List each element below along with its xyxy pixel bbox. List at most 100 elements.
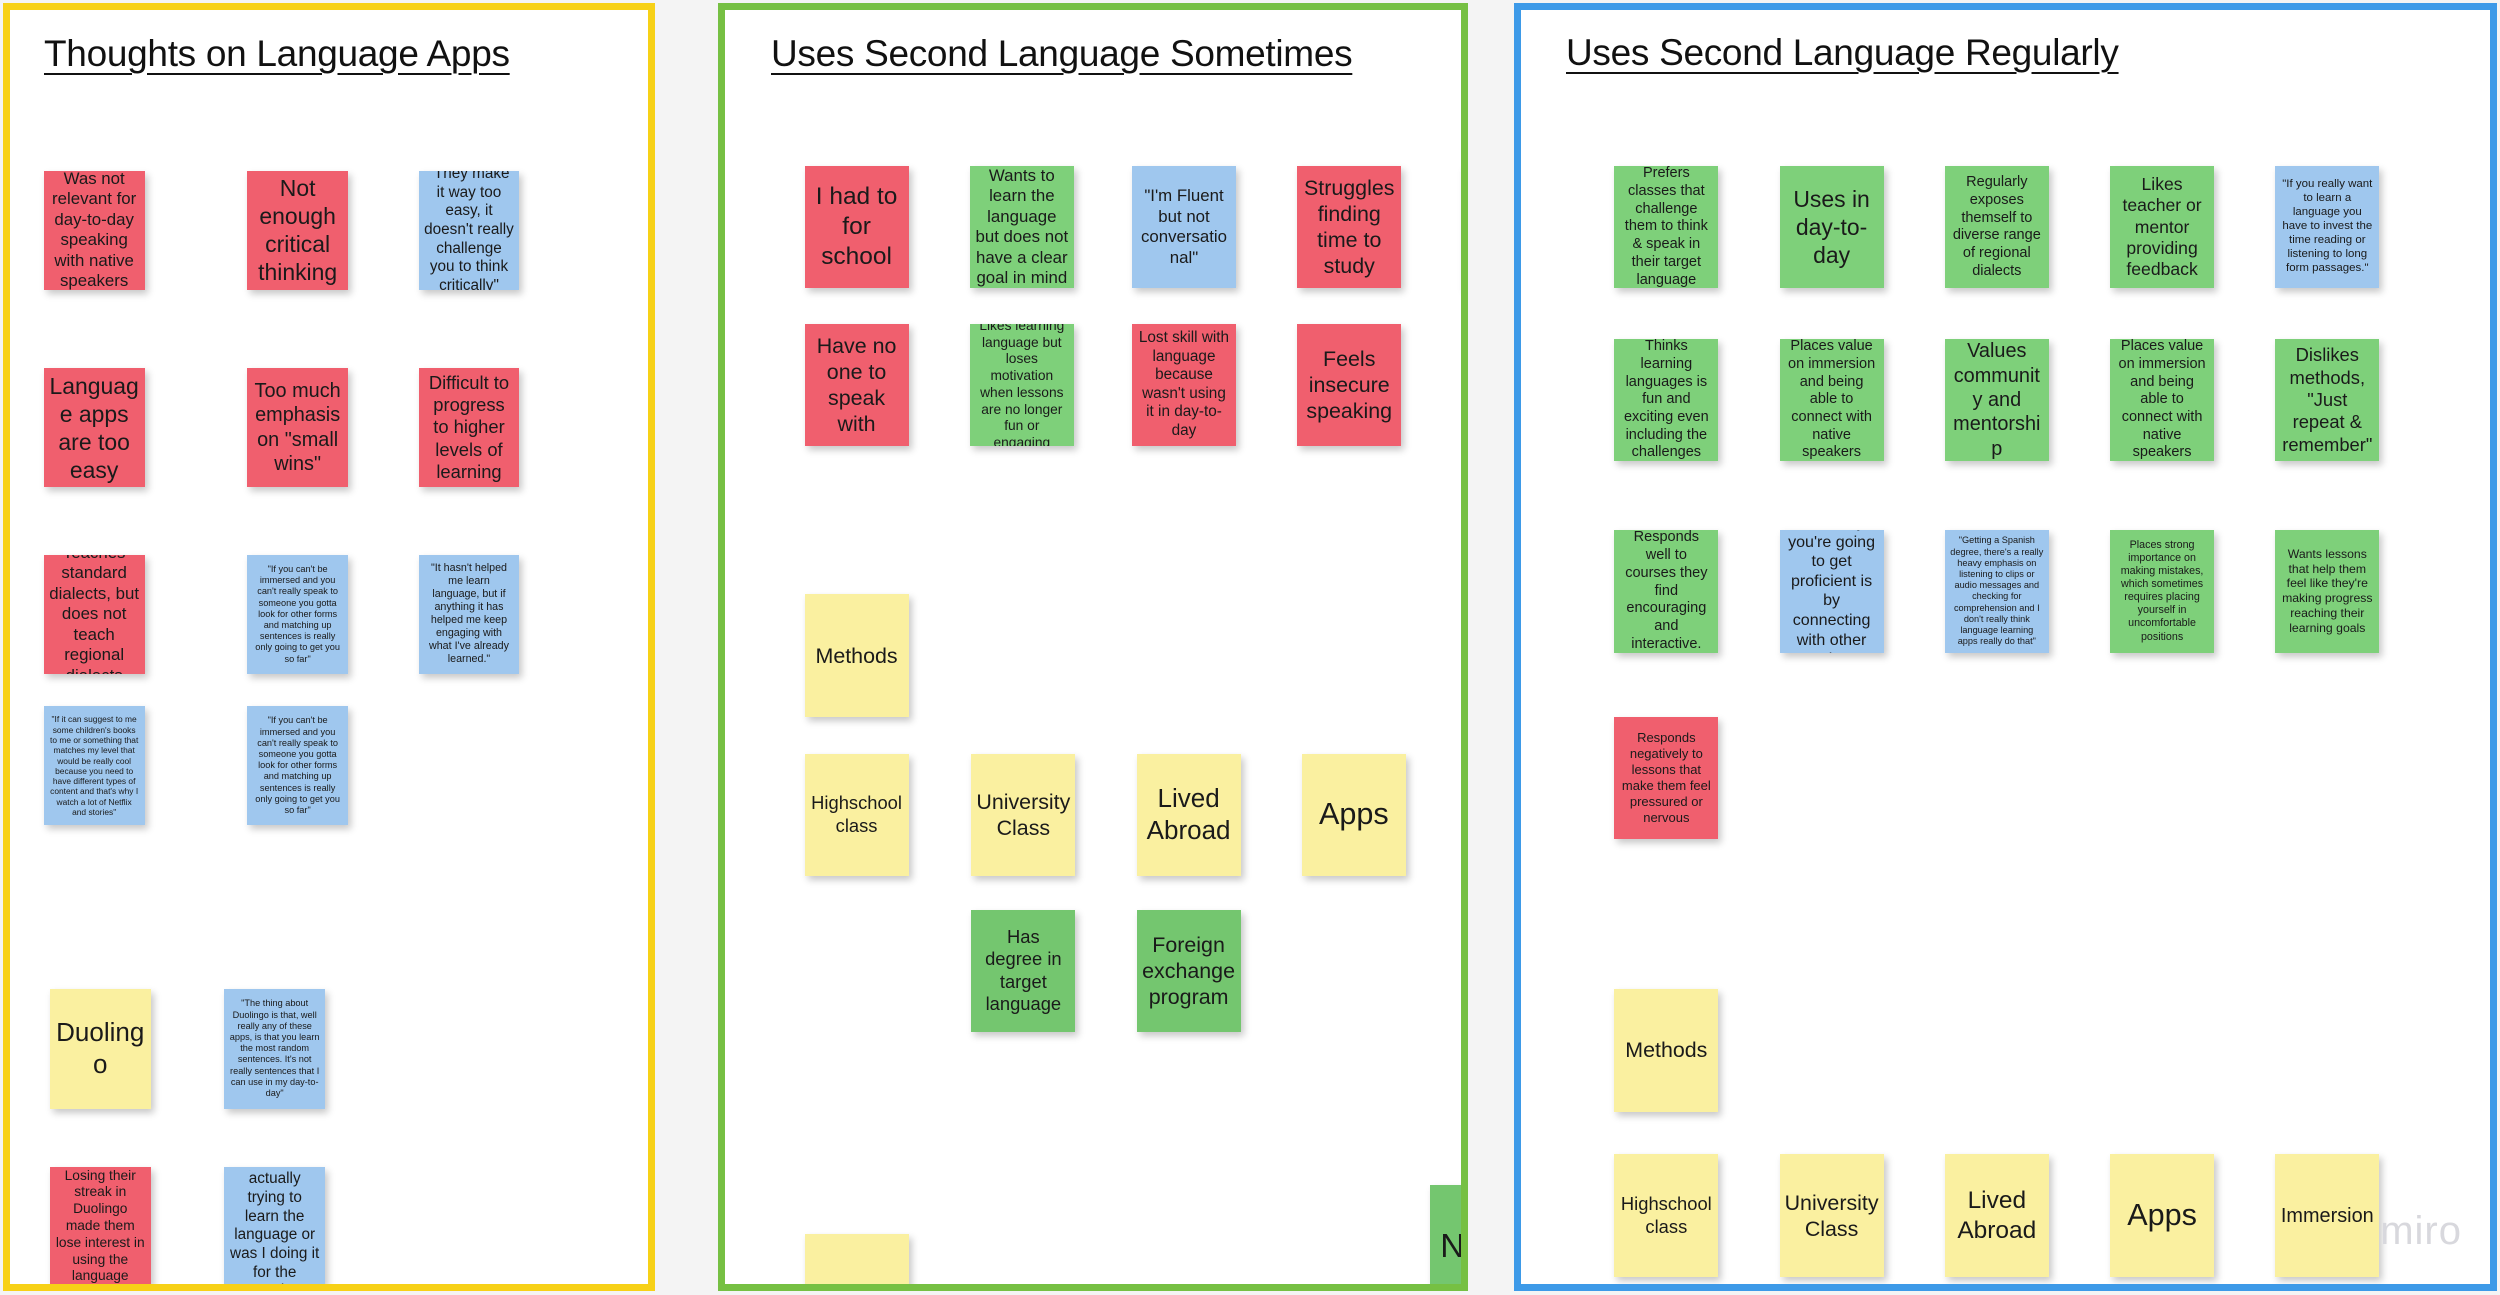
sticky-note-text: Places strong importance on making mista…: [2120, 539, 2204, 643]
frame-uses-second-language-sometimes[interactable]: Uses Second Language Sometimes I had to …: [718, 3, 1468, 1291]
sticky-note-text: Motivation: [810, 1283, 904, 1284]
sticky-note[interactable]: "The thing about Duolingo is that, well …: [224, 989, 326, 1109]
frame-title: Thoughts on Language Apps: [44, 33, 510, 74]
sticky-note-text: Immersion: [2280, 1204, 2374, 1227]
sticky-note-text: Highschool class: [1620, 1193, 1712, 1237]
sticky-note[interactable]: Immersion: [1467, 754, 1468, 876]
sticky-note[interactable]: News: [1430, 1185, 1465, 1284]
sticky-note-text: "I'm Fluent but not conversational": [1140, 186, 1228, 267]
miro-board-canvas[interactable]: Thoughts on Language Apps Was not releva…: [0, 0, 2500, 1295]
sticky-note[interactable]: University Class: [971, 753, 1076, 876]
sticky-note[interactable]: Immersion: [2275, 1154, 2380, 1277]
sticky-note[interactable]: Places strong importance on making mista…: [2110, 530, 2215, 653]
sticky-note[interactable]: Teaches standard dialects, but does not …: [43, 554, 145, 674]
sticky-note-text: Too much emphasis on "small wins": [254, 380, 341, 475]
sticky-note[interactable]: Likes learning language but loses motiva…: [969, 323, 1074, 447]
sticky-note[interactable]: Apps: [1301, 753, 1406, 876]
sticky-note-text: Wants lessons that help them feel like t…: [2282, 546, 2373, 636]
sticky-note-text: Uses in day-to-day: [1793, 186, 1870, 269]
sticky-note-text: Teaches standard dialects, but does not …: [49, 555, 140, 674]
sticky-note-text: "If you can't be immersed and you can't …: [255, 563, 340, 664]
sticky-note-text: Not enough critical thinking: [258, 175, 338, 286]
sticky-note-text: Highschool class: [811, 792, 902, 836]
sticky-note-text: Prefers classes that challenge them to t…: [1624, 166, 1708, 288]
sticky-note[interactable]: Thinks learning languages is fun and exc…: [1614, 338, 1719, 462]
sticky-note[interactable]: Was not relevant for day-to-day speaking…: [43, 170, 145, 290]
sticky-note-text: Thinks learning languages is fun and exc…: [1623, 338, 1709, 461]
sticky-note[interactable]: Lived Abroad: [1136, 753, 1241, 876]
sticky-note[interactable]: Prefers classes that challenge them to t…: [1614, 166, 1719, 289]
sticky-note[interactable]: "Was I actually trying to learn the lang…: [224, 1166, 326, 1284]
sticky-note[interactable]: Podcasts: [1467, 1063, 1468, 1185]
sticky-note-text: "If it can suggest to me some children's…: [49, 714, 139, 817]
sticky-note-text: Lived Abroad: [1957, 1186, 2037, 1244]
sticky-note[interactable]: "They make it way too easy, it doesn't r…: [418, 170, 520, 290]
sticky-note[interactable]: Methods: [1614, 989, 1719, 1112]
sticky-note[interactable]: Too much emphasis on "small wins": [247, 368, 349, 488]
sticky-note-text: Apps: [2127, 1197, 2197, 1232]
sticky-note-text: Apps: [1318, 797, 1389, 832]
sticky-note-text: Was not relevant for day-to-day speaking…: [52, 170, 137, 290]
sticky-note[interactable]: "If you can't be immersed and you can't …: [247, 706, 349, 826]
frame-uses-second-language-regularly[interactable]: Uses Second Language Regularly Prefers c…: [1514, 3, 2497, 1291]
sticky-note[interactable]: "Getting a Spanish degree, there's a rea…: [1944, 530, 2049, 653]
sticky-note[interactable]: Values community and mentorship: [1944, 338, 2049, 462]
sticky-note-text: Losing their streak in Duolingo made the…: [55, 1167, 145, 1284]
sticky-note[interactable]: Wants to learn the language but does not…: [969, 166, 1074, 289]
sticky-note[interactable]: Film / TV: [1467, 910, 1468, 1032]
sticky-note[interactable]: "I'm Fluent but not conversational": [1131, 166, 1236, 289]
sticky-note[interactable]: Regularly exposes themself to diverse ra…: [1944, 166, 2049, 289]
sticky-note-text: Methods: [815, 643, 898, 668]
sticky-note-text: Duolingo: [56, 1017, 145, 1079]
sticky-note-text: Difficult to progress to higher levels o…: [428, 371, 510, 483]
sticky-note-text: Foreign exchange program: [1142, 932, 1235, 1009]
sticky-note[interactable]: Struggles finding time to study: [1297, 166, 1402, 289]
sticky-note-text: Likes teacher or mentor providing feedba…: [2122, 173, 2202, 280]
sticky-note[interactable]: Highschool class: [804, 753, 909, 876]
sticky-note[interactable]: Likes learning language but loses motiva…: [1462, 166, 1468, 288]
sticky-note-text: Wants to learn the language but does not…: [975, 166, 1069, 288]
sticky-note[interactable]: Dislikes methods, "Just repeat & remembe…: [2275, 338, 2380, 462]
miro-watermark: miro: [2380, 1209, 2462, 1253]
sticky-note[interactable]: "If it can suggest to me some children's…: [43, 706, 145, 826]
sticky-note-text: "If you really want to learn a language …: [2282, 178, 2373, 275]
sticky-note[interactable]: Lost skill with language because wasn't …: [1131, 323, 1236, 447]
sticky-note-text: News: [1440, 1227, 1465, 1265]
sticky-note[interactable]: Language apps are too easy: [43, 368, 145, 488]
sticky-note[interactable]: Has degree in target language: [971, 909, 1076, 1033]
sticky-note[interactable]: Highschool class: [1614, 1154, 1719, 1277]
sticky-note[interactable]: Duolingo: [49, 989, 151, 1109]
sticky-note-text: "Was I actually trying to learn the lang…: [230, 1167, 320, 1284]
sticky-note[interactable]: I had to for school: [804, 166, 909, 289]
sticky-note[interactable]: Responds negatively to lessons that make…: [1614, 716, 1719, 840]
sticky-note[interactable]: Motivation: [804, 1234, 909, 1284]
sticky-note[interactable]: Losing their streak in Duolingo made the…: [49, 1166, 151, 1284]
sticky-note[interactable]: Uses in day-to-day: [1779, 166, 1884, 289]
sticky-note[interactable]: Methods: [804, 594, 909, 717]
sticky-note[interactable]: Difficult to progress to higher levels o…: [418, 368, 520, 488]
sticky-note-text: Responds negatively to lessons that make…: [1621, 730, 1711, 825]
sticky-note[interactable]: Wants lessons that help them feel like t…: [2275, 530, 2380, 653]
sticky-note[interactable]: Foreign exchange program: [1136, 909, 1241, 1033]
sticky-note[interactable]: Places value on immersion and being able…: [2110, 338, 2215, 462]
sticky-note[interactable]: "If you really want to learn a language …: [2275, 166, 2380, 289]
sticky-note-text: Regularly exposes themself to diverse ra…: [1952, 174, 2041, 279]
sticky-note[interactable]: Not enough critical thinking: [247, 170, 349, 290]
sticky-note[interactable]: "The way you're going to get proficient …: [1779, 530, 1884, 653]
sticky-note[interactable]: "If you can't be immersed and you can't …: [247, 554, 349, 674]
sticky-note[interactable]: Apps: [2110, 1154, 2215, 1277]
sticky-note[interactable]: Likes teacher or mentor providing feedba…: [2110, 166, 2215, 289]
frame-thoughts-on-language-apps[interactable]: Thoughts on Language Apps Was not releva…: [3, 3, 655, 1291]
sticky-note-text: Responds well to courses they find encou…: [1625, 530, 1708, 652]
sticky-note-text: Likes learning language but loses motiva…: [979, 323, 1065, 447]
sticky-note[interactable]: Places value on immersion and being able…: [1779, 338, 1884, 462]
sticky-note[interactable]: Have no one to speak with: [804, 323, 909, 447]
sticky-note[interactable]: Responds well to courses they find encou…: [1614, 530, 1719, 653]
sticky-note-text: University Class: [1784, 1190, 1879, 1241]
sticky-note[interactable]: University Class: [1779, 1154, 1884, 1277]
sticky-note[interactable]: Feels insecure speaking: [1297, 323, 1402, 447]
sticky-note[interactable]: "It hasn't helped me learn language, but…: [418, 554, 520, 674]
sticky-note-text: Dislikes methods, "Just repeat & remembe…: [2282, 344, 2373, 455]
sticky-note-text: "Getting a Spanish degree, there's a rea…: [1950, 535, 2044, 647]
sticky-note[interactable]: Lived Abroad: [1944, 1154, 2049, 1277]
